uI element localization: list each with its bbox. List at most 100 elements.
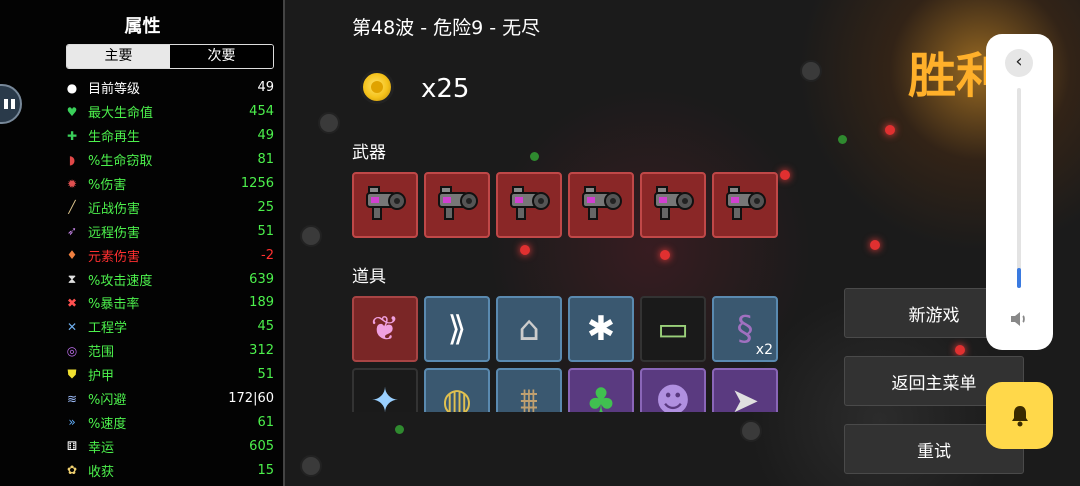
lifesteal-icon: ◗ — [68, 152, 76, 167]
item-slot[interactable]: ✦ — [352, 368, 418, 412]
armor-icon: ⛊ — [67, 367, 77, 382]
stat-value: 605 — [249, 438, 274, 454]
weapon-slot[interactable] — [640, 172, 706, 238]
pause-button[interactable] — [0, 84, 22, 124]
blaster-gun-icon — [505, 183, 553, 227]
enemy-projectile — [660, 250, 670, 260]
item-slot[interactable]: ⩩ — [496, 368, 562, 412]
item-slot[interactable]: ❦ — [352, 296, 418, 362]
stat-value: 51 — [257, 367, 274, 383]
stat-value: 172|60 — [228, 391, 274, 407]
tab-primary[interactable]: 主要 — [67, 45, 170, 68]
stat-name: %暴击率 — [88, 297, 140, 313]
stat-row: ➶ 远程伤害 51 — [62, 219, 274, 243]
weapon-slot[interactable] — [568, 172, 634, 238]
stat-value: 312 — [249, 343, 274, 359]
volume-slider[interactable] — [1017, 88, 1021, 288]
enemy-projectile — [870, 240, 880, 250]
claw-icon: ⟫ — [447, 309, 467, 349]
stat-row: ✹ %伤害 1256 — [62, 172, 274, 196]
stats-tabs: 主要 次要 — [66, 44, 274, 69]
stat-row: ◎ 范围 312 — [62, 339, 274, 363]
enemy-projectile — [955, 345, 965, 355]
bunker-icon: ⌂ — [518, 309, 540, 349]
stats-title: 属性 — [124, 16, 161, 37]
stat-name: %攻击速度 — [88, 273, 153, 289]
stat-value: 25 — [257, 199, 274, 215]
speaker-icon[interactable] — [1007, 307, 1031, 331]
stat-row: ⚅ 幸运 605 — [62, 434, 274, 458]
stat-value: 81 — [257, 152, 274, 168]
rabbit-icon: ✱ — [586, 309, 616, 349]
coin-icon — [360, 70, 394, 104]
bullet-icon: ➤ — [730, 381, 760, 412]
helmet-icon: ◍ — [442, 381, 472, 412]
coin-count: x25 — [421, 74, 470, 104]
item-slot[interactable]: ◍ — [424, 368, 490, 412]
material-drop — [530, 152, 539, 161]
engineering-icon: ✕ — [66, 319, 78, 334]
stat-value: 45 — [257, 319, 274, 335]
tab-secondary[interactable]: 次要 — [170, 45, 273, 68]
enemy-projectile — [885, 125, 895, 135]
volume-panel: ‹ — [986, 34, 1053, 350]
item-slot[interactable]: ⟫ — [424, 296, 490, 362]
stat-value: 51 — [257, 223, 274, 239]
stat-value: 189 — [249, 295, 274, 311]
luck-icon: ⚅ — [66, 439, 78, 454]
weapon-slot[interactable] — [352, 172, 418, 238]
item-slot[interactable]: ☻ — [640, 368, 706, 412]
stat-row: ✿ 收获 15 — [62, 458, 274, 482]
stat-name: 最大生命值 — [88, 106, 154, 122]
item-slot[interactable]: ➤ — [712, 368, 778, 412]
dodge-icon: ≋ — [66, 391, 78, 406]
weapons-label: 武器 — [352, 143, 386, 163]
stat-value: 639 — [249, 271, 274, 287]
banknote-icon: ▭ — [656, 309, 690, 349]
volume-level — [1017, 268, 1021, 288]
stat-value: 454 — [249, 104, 274, 120]
melee-icon: ╱ — [68, 200, 76, 215]
stat-value: 15 — [257, 462, 274, 478]
stat-row: ◗ %生命窃取 81 — [62, 148, 274, 172]
item-slot[interactable]: ✱ — [568, 296, 634, 362]
wave-title: 第48波 - 危险9 - 无尽 — [352, 17, 541, 39]
stat-name: %生命窃取 — [88, 154, 153, 170]
blaster-gun-icon — [361, 183, 409, 227]
ranged-icon: ➶ — [66, 224, 78, 239]
elemental-icon: ♦ — [66, 248, 78, 263]
blaster-gun-icon — [649, 183, 697, 227]
weapon-slot[interactable] — [496, 172, 562, 238]
item-slot[interactable]: ⌂ — [496, 296, 562, 362]
stat-value: 61 — [257, 414, 274, 430]
enemy-projectile — [520, 245, 530, 255]
notification-button[interactable] — [986, 382, 1053, 449]
speed-icon: » — [68, 415, 76, 430]
stat-row: ✚ 生命再生 49 — [62, 124, 274, 148]
stat-name: 范围 — [88, 345, 115, 361]
stat-name: %闪避 — [88, 393, 127, 409]
blaster-gun-icon — [577, 183, 625, 227]
item-slot[interactable]: ♣ — [568, 368, 634, 412]
enemy-sprite — [300, 455, 322, 477]
stat-name: 远程伤害 — [88, 225, 141, 241]
stat-name: %伤害 — [88, 178, 127, 193]
stat-row: ≋ %闪避 172|60 — [62, 387, 274, 411]
stat-row: ✖ %暴击率 189 — [62, 291, 274, 315]
stat-list: ● 目前等级 49 ♥ 最大生命值 454 ✚ 生命再生 49 ◗ %生命窃取 81 ✹ %伤害 1256 ╱… — [62, 76, 274, 482]
tentacle-icon: § — [736, 309, 754, 349]
stat-value: 1256 — [240, 176, 274, 191]
stat-row: ╱ 近战伤害 25 — [62, 195, 274, 219]
crit-icon: ✖ — [66, 295, 78, 310]
stat-row: ● 目前等级 49 — [62, 76, 274, 100]
enemy-sprite — [318, 112, 340, 134]
item-slot[interactable]: § x2 — [712, 296, 778, 362]
weapon-slot[interactable] — [712, 172, 778, 238]
enemy-projectile — [780, 170, 790, 180]
weapon-slot[interactable] — [424, 172, 490, 238]
item-slot[interactable]: ▭ — [640, 296, 706, 362]
material-drop — [838, 135, 847, 144]
stat-row: ⧗ %攻击速度 639 — [62, 267, 274, 291]
chevron-left-icon[interactable]: ‹ — [1005, 49, 1033, 77]
stat-row: ✕ 工程学 45 — [62, 315, 274, 339]
